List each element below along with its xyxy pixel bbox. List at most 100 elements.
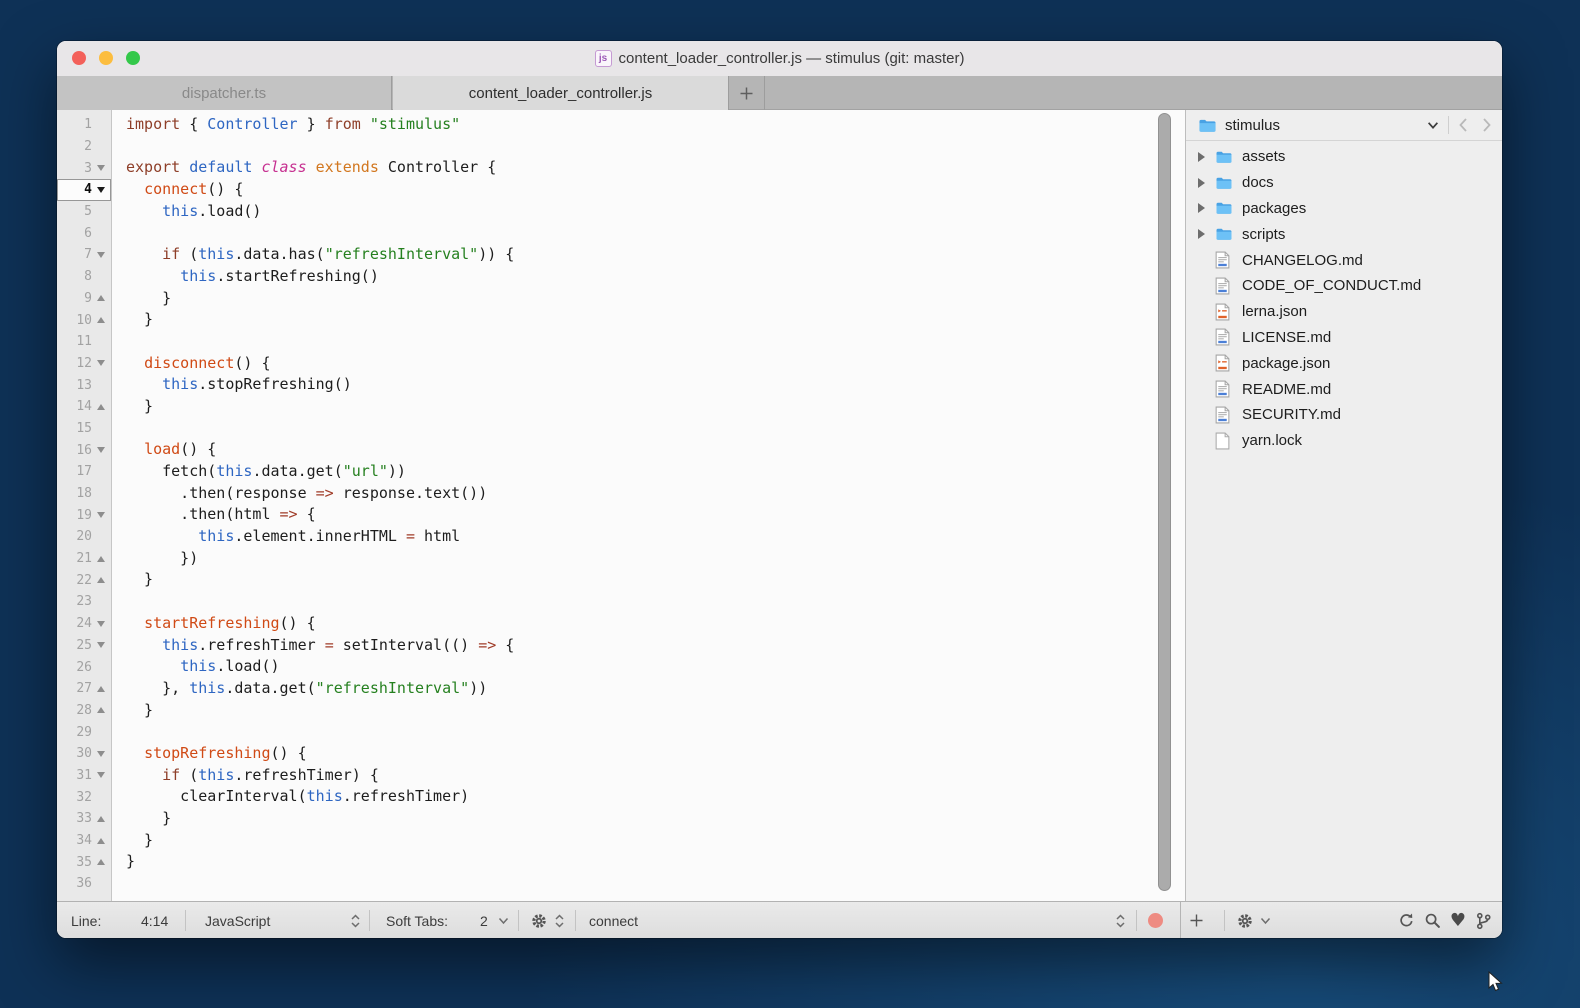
fold-close-arrow-icon[interactable] [97, 859, 105, 865]
code-line[interactable]: } [126, 700, 1155, 722]
code-editor[interactable]: 1234567891011121314151617181920212223242… [57, 110, 1185, 901]
fold-close-arrow-icon[interactable] [97, 317, 105, 323]
sidebar-actions-chevron[interactable] [1260, 902, 1271, 938]
language-selector-chevrons[interactable] [350, 902, 361, 938]
symbol-selector[interactable]: connect [589, 902, 638, 938]
gutter-line[interactable]: 15 [57, 418, 111, 440]
gutter-line[interactable]: 9 [57, 288, 111, 310]
scrollbar-thumb[interactable] [1158, 113, 1171, 891]
code-line[interactable]: this.startRefreshing() [126, 266, 1155, 288]
code-line[interactable]: export default class extends Controller … [126, 157, 1155, 179]
code-line[interactable]: if (this.data.has("refreshInterval")) { [126, 244, 1155, 266]
tree-file-package-json[interactable]: package.json [1186, 350, 1502, 376]
fold-close-arrow-icon[interactable] [97, 816, 105, 822]
fold-open-arrow-icon[interactable] [97, 252, 105, 258]
gutter-line[interactable]: 33 [57, 808, 111, 830]
code-line[interactable]: stopRefreshing() { [126, 743, 1155, 765]
tab-dispatcher-ts[interactable]: dispatcher.ts [57, 76, 392, 110]
gutter-line[interactable]: 11 [57, 331, 111, 353]
gutter-line[interactable]: 21 [57, 548, 111, 570]
gutter-line[interactable]: 12 [57, 353, 111, 375]
gutter-line[interactable]: 14 [57, 396, 111, 418]
language-selector[interactable]: JavaScript [205, 902, 270, 938]
gutter-line[interactable]: 30 [57, 743, 111, 765]
macro-record-button[interactable] [1148, 902, 1163, 938]
code-line[interactable]: } [126, 808, 1155, 830]
gutter-line[interactable]: 8 [57, 266, 111, 288]
fold-close-arrow-icon[interactable] [97, 577, 105, 583]
soft-tabs-value[interactable]: 2 [480, 902, 488, 938]
gutter-line[interactable]: 26 [57, 656, 111, 678]
fold-open-arrow-icon[interactable] [97, 621, 105, 627]
sidebar-add-button[interactable] [1189, 902, 1204, 938]
code-line[interactable]: connect() { [126, 179, 1155, 201]
gutter-line[interactable]: 13 [57, 374, 111, 396]
fold-open-arrow-icon[interactable] [97, 512, 105, 518]
fold-close-arrow-icon[interactable] [97, 556, 105, 562]
code-line[interactable] [126, 331, 1155, 353]
code-line[interactable]: } [126, 830, 1155, 852]
code-line[interactable]: load() { [126, 439, 1155, 461]
fold-open-arrow-icon[interactable] [97, 165, 105, 171]
gutter-line[interactable]: 10 [57, 309, 111, 331]
gutter-line[interactable]: 1 [57, 114, 111, 136]
tab-content-loader-controller-js[interactable]: content_loader_controller.js [393, 76, 728, 110]
gutter-line[interactable]: 20 [57, 526, 111, 548]
code-line[interactable]: clearInterval(this.refreshTimer) [126, 786, 1155, 808]
scm-branch-button[interactable] [1475, 912, 1492, 930]
gutter-line[interactable]: 16 [57, 439, 111, 461]
gutter-line[interactable]: 3 [57, 157, 111, 179]
soft-tabs-chevron[interactable] [498, 902, 509, 938]
code-line[interactable]: startRefreshing() { [126, 613, 1155, 635]
code-line[interactable] [126, 222, 1155, 244]
symbol-selector-chevrons[interactable] [1115, 902, 1126, 938]
gutter-line[interactable]: 27 [57, 678, 111, 700]
gutter-line[interactable]: 34 [57, 830, 111, 852]
gutter-line[interactable]: 18 [57, 483, 111, 505]
tree-file-yarn-lock[interactable]: yarn.lock [1186, 428, 1502, 454]
code-line[interactable]: } [126, 569, 1155, 591]
new-tab-button[interactable] [728, 76, 765, 110]
code-line[interactable]: } [126, 396, 1155, 418]
project-root-name[interactable]: stimulus [1225, 117, 1427, 134]
gutter-line[interactable]: 29 [57, 721, 111, 743]
gutter-line[interactable]: 24 [57, 613, 111, 635]
tree-file-license-md[interactable]: LICENSE.md [1186, 325, 1502, 351]
code-line[interactable] [126, 418, 1155, 440]
gutter-line[interactable]: 22 [57, 569, 111, 591]
tree-file-lerna-json[interactable]: lerna.json [1186, 299, 1502, 325]
fold-open-arrow-icon[interactable] [97, 642, 105, 648]
gutter-line[interactable]: 5 [57, 201, 111, 223]
disclosure-triangle-icon[interactable] [1198, 152, 1205, 162]
fold-open-arrow-icon[interactable] [97, 447, 105, 453]
fold-close-arrow-icon[interactable] [97, 686, 105, 692]
nav-forward-button[interactable] [1482, 117, 1492, 133]
project-menu-button[interactable] [1427, 121, 1439, 130]
tree-folder-assets[interactable]: assets [1186, 144, 1502, 170]
code-line[interactable]: this.stopRefreshing() [126, 374, 1155, 396]
code-line[interactable] [126, 136, 1155, 158]
gutter-line[interactable]: 35 [57, 851, 111, 873]
code-line[interactable]: }) [126, 548, 1155, 570]
gutter-line[interactable]: 32 [57, 786, 111, 808]
gutter-line[interactable]: 31 [57, 765, 111, 787]
tree-folder-packages[interactable]: packages [1186, 196, 1502, 222]
code-line[interactable]: disconnect() { [126, 353, 1155, 375]
code-line[interactable]: if (this.refreshTimer) { [126, 765, 1155, 787]
bundle-actions-chevrons[interactable] [554, 902, 565, 938]
code-line[interactable]: .then(html => { [126, 504, 1155, 526]
tree-file-security-md[interactable]: SECURITY.md [1186, 402, 1502, 428]
reload-button[interactable] [1398, 912, 1415, 929]
editor-scrollbar[interactable] [1158, 110, 1171, 901]
fold-close-arrow-icon[interactable] [97, 838, 105, 844]
tree-file-changelog-md[interactable]: CHANGELOG.md [1186, 247, 1502, 273]
gutter-line[interactable]: 28 [57, 700, 111, 722]
code-line[interactable]: fetch(this.data.get("url")) [126, 461, 1155, 483]
fold-open-arrow-icon[interactable] [97, 772, 105, 778]
code-line[interactable]: this.element.innerHTML = html [126, 526, 1155, 548]
gutter-line[interactable]: 25 [57, 635, 111, 657]
gutter-line[interactable]: 6 [57, 222, 111, 244]
tree-folder-docs[interactable]: docs [1186, 170, 1502, 196]
gutter-line[interactable]: 17 [57, 461, 111, 483]
code-line[interactable]: } [126, 288, 1155, 310]
